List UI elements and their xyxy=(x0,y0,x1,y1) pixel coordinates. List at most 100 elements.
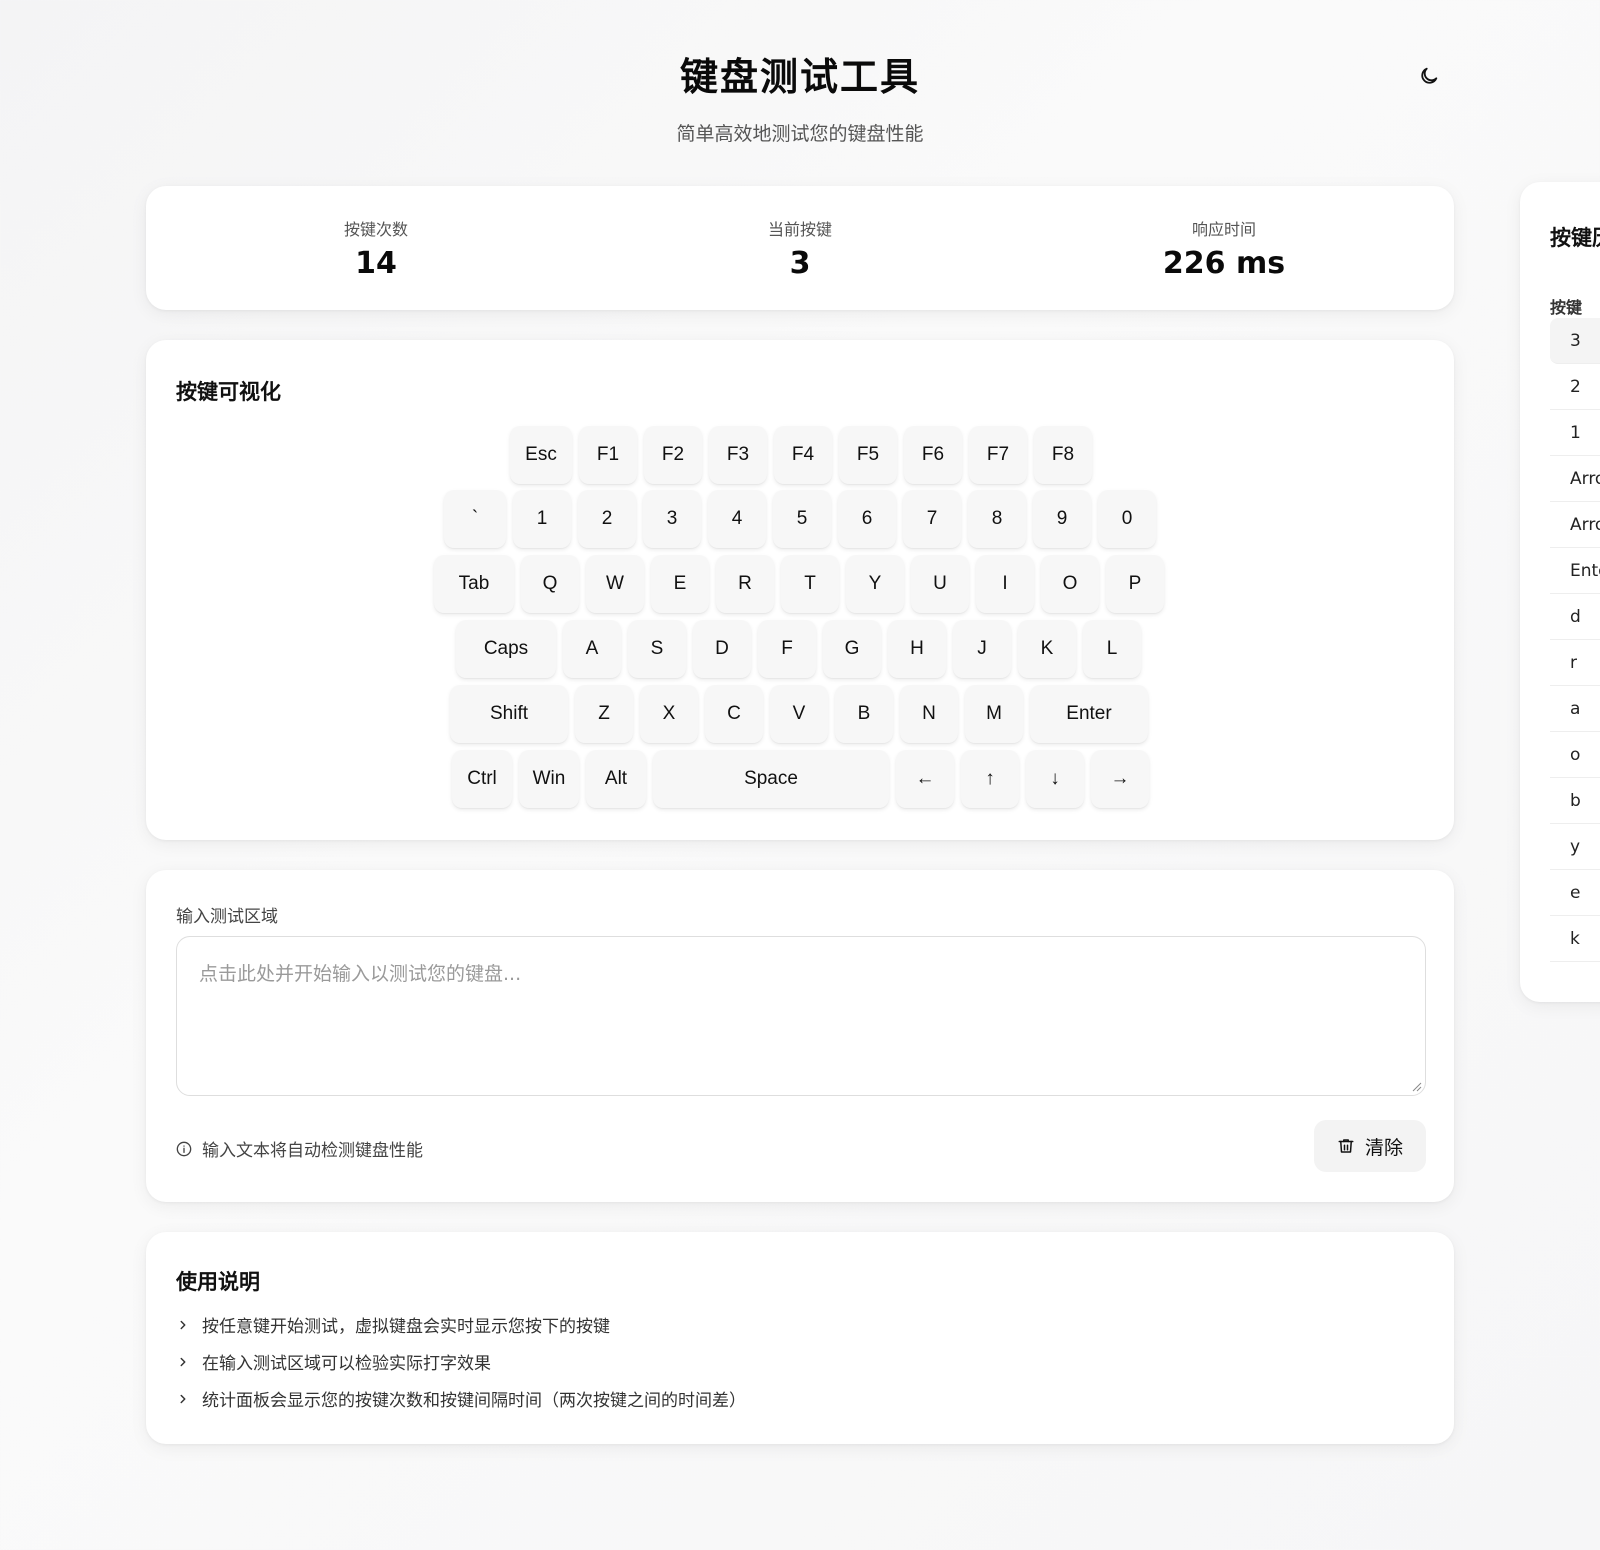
key-m[interactable]: M xyxy=(965,685,1023,743)
history-row: a xyxy=(1550,686,1600,732)
history-row: e xyxy=(1550,870,1600,916)
key-9[interactable]: 9 xyxy=(1033,490,1091,548)
clear-button[interactable]: 清除 xyxy=(1314,1120,1426,1172)
clear-button-label: 清除 xyxy=(1364,1136,1403,1159)
key-y[interactable]: Y xyxy=(846,555,904,613)
hint-text: 输入文本将自动检测键盘性能 xyxy=(202,1141,423,1161)
key-6[interactable]: 6 xyxy=(838,490,896,548)
key-b[interactable]: B xyxy=(835,685,893,743)
key-w[interactable]: W xyxy=(586,555,644,613)
key-history-panel: 按键历 按键 321ArroArroEntedraobyek xyxy=(1520,182,1600,1002)
key-v[interactable]: V xyxy=(770,685,828,743)
history-row: o xyxy=(1550,732,1600,778)
usage-item: 统计面板会显示您的按键次数和按键间隔时间（两次按键之间的时间差） xyxy=(176,1386,746,1411)
chevron-right-icon xyxy=(180,1394,186,1403)
key-g[interactable]: G xyxy=(823,620,881,678)
key-4[interactable]: 4 xyxy=(708,490,766,548)
history-row: 1 xyxy=(1550,410,1600,456)
key-7[interactable]: 7 xyxy=(903,490,961,548)
key-h[interactable]: H xyxy=(888,620,946,678)
key-f5[interactable]: F5 xyxy=(839,426,897,484)
page-subtitle: 简单高效地测试您的键盘性能 xyxy=(676,123,924,145)
usage-instructions-panel: 使用说明 按任意键开始测试，虚拟键盘会实时显示您按下的按键 在输入测试区域可以检… xyxy=(146,1232,1454,1444)
history-row: Ente xyxy=(1550,548,1600,594)
history-title: 按键历 xyxy=(1550,226,1600,250)
section-title: 使用说明 xyxy=(176,1270,260,1294)
key-e[interactable]: E xyxy=(651,555,709,613)
key-arrow-right[interactable]: → xyxy=(1091,750,1149,808)
key-enter[interactable]: Enter xyxy=(1030,685,1148,743)
key-caps[interactable]: Caps xyxy=(456,620,556,678)
key-c[interactable]: C xyxy=(705,685,763,743)
history-column-header: 按键 xyxy=(1550,298,1583,317)
key-f6[interactable]: F6 xyxy=(904,426,962,484)
history-row: Arro xyxy=(1550,502,1600,548)
key-x[interactable]: X xyxy=(640,685,698,743)
key-a[interactable]: A xyxy=(563,620,621,678)
key-win[interactable]: Win xyxy=(519,750,579,808)
key-k[interactable]: K xyxy=(1018,620,1076,678)
key-3[interactable]: 3 xyxy=(643,490,701,548)
key-0[interactable]: 0 xyxy=(1098,490,1156,548)
chevron-right-icon xyxy=(180,1357,186,1366)
section-title: 按键可视化 xyxy=(176,380,281,404)
page-title: 键盘测试工具 xyxy=(679,55,920,99)
info-icon xyxy=(176,1141,192,1156)
usage-item-text: 统计面板会显示您的按键次数和按键间隔时间（两次按键之间的时间差） xyxy=(202,1391,746,1411)
key-backtick[interactable]: ` xyxy=(444,490,506,548)
key-o[interactable]: O xyxy=(1041,555,1099,613)
usage-item-text: 在输入测试区域可以检验实际打字效果 xyxy=(202,1354,491,1374)
key-q[interactable]: Q xyxy=(521,555,579,613)
stat-value: 14 xyxy=(355,246,397,281)
usage-item: 在输入测试区域可以检验实际打字效果 xyxy=(176,1349,491,1374)
key-r[interactable]: R xyxy=(716,555,774,613)
stat-label: 当前按键 xyxy=(767,220,832,239)
key-p[interactable]: P xyxy=(1106,555,1164,613)
chevron-right-icon xyxy=(180,1320,186,1329)
typing-test-input[interactable] xyxy=(176,936,1426,1096)
key-f1[interactable]: F1 xyxy=(579,426,637,484)
stat-label: 按键次数 xyxy=(343,220,408,239)
stat-current-key: 当前按键 3 xyxy=(650,216,950,281)
key-d[interactable]: D xyxy=(693,620,751,678)
key-f7[interactable]: F7 xyxy=(969,426,1027,484)
history-row: 3 xyxy=(1550,318,1600,364)
key-f8[interactable]: F8 xyxy=(1034,426,1092,484)
key-l[interactable]: L xyxy=(1083,620,1141,678)
stat-keypress-count: 按键次数 14 xyxy=(226,216,526,281)
stat-value: 226 ms xyxy=(1162,246,1286,281)
history-row: Arro xyxy=(1550,456,1600,502)
key-i[interactable]: I xyxy=(976,555,1034,613)
key-t[interactable]: T xyxy=(781,555,839,613)
key-j[interactable]: J xyxy=(953,620,1011,678)
key-5[interactable]: 5 xyxy=(773,490,831,548)
key-z[interactable]: Z xyxy=(575,685,633,743)
history-row: r xyxy=(1550,640,1600,686)
stat-label: 响应时间 xyxy=(1191,220,1256,239)
key-2[interactable]: 2 xyxy=(578,490,636,548)
key-arrow-left[interactable]: ← xyxy=(896,750,954,808)
page-header: 键盘测试工具 简单高效地测试您的键盘性能 xyxy=(0,46,1600,146)
key-esc[interactable]: Esc xyxy=(510,426,572,484)
key-8[interactable]: 8 xyxy=(968,490,1026,548)
resize-handle-icon[interactable] xyxy=(1412,1082,1422,1092)
key-ctrl[interactable]: Ctrl xyxy=(452,750,512,808)
key-arrow-down[interactable]: ↓ xyxy=(1026,750,1084,808)
input-hint: 输入文本将自动检测键盘性能 xyxy=(176,1136,423,1161)
key-alt[interactable]: Alt xyxy=(586,750,646,808)
key-s[interactable]: S xyxy=(628,620,686,678)
key-f3[interactable]: F3 xyxy=(709,426,767,484)
history-row: 2 xyxy=(1550,364,1600,410)
key-tab[interactable]: Tab xyxy=(434,555,514,613)
history-row: y xyxy=(1550,824,1600,870)
key-arrow-up[interactable]: ↑ xyxy=(961,750,1019,808)
key-f[interactable]: F xyxy=(758,620,816,678)
key-n[interactable]: N xyxy=(900,685,958,743)
key-1[interactable]: 1 xyxy=(513,490,571,548)
key-space[interactable]: Space xyxy=(653,750,889,808)
key-f2[interactable]: F2 xyxy=(644,426,702,484)
theme-toggle-button[interactable] xyxy=(1409,56,1449,96)
key-f4[interactable]: F4 xyxy=(774,426,832,484)
key-u[interactable]: U xyxy=(911,555,969,613)
key-shift[interactable]: Shift xyxy=(450,685,568,743)
